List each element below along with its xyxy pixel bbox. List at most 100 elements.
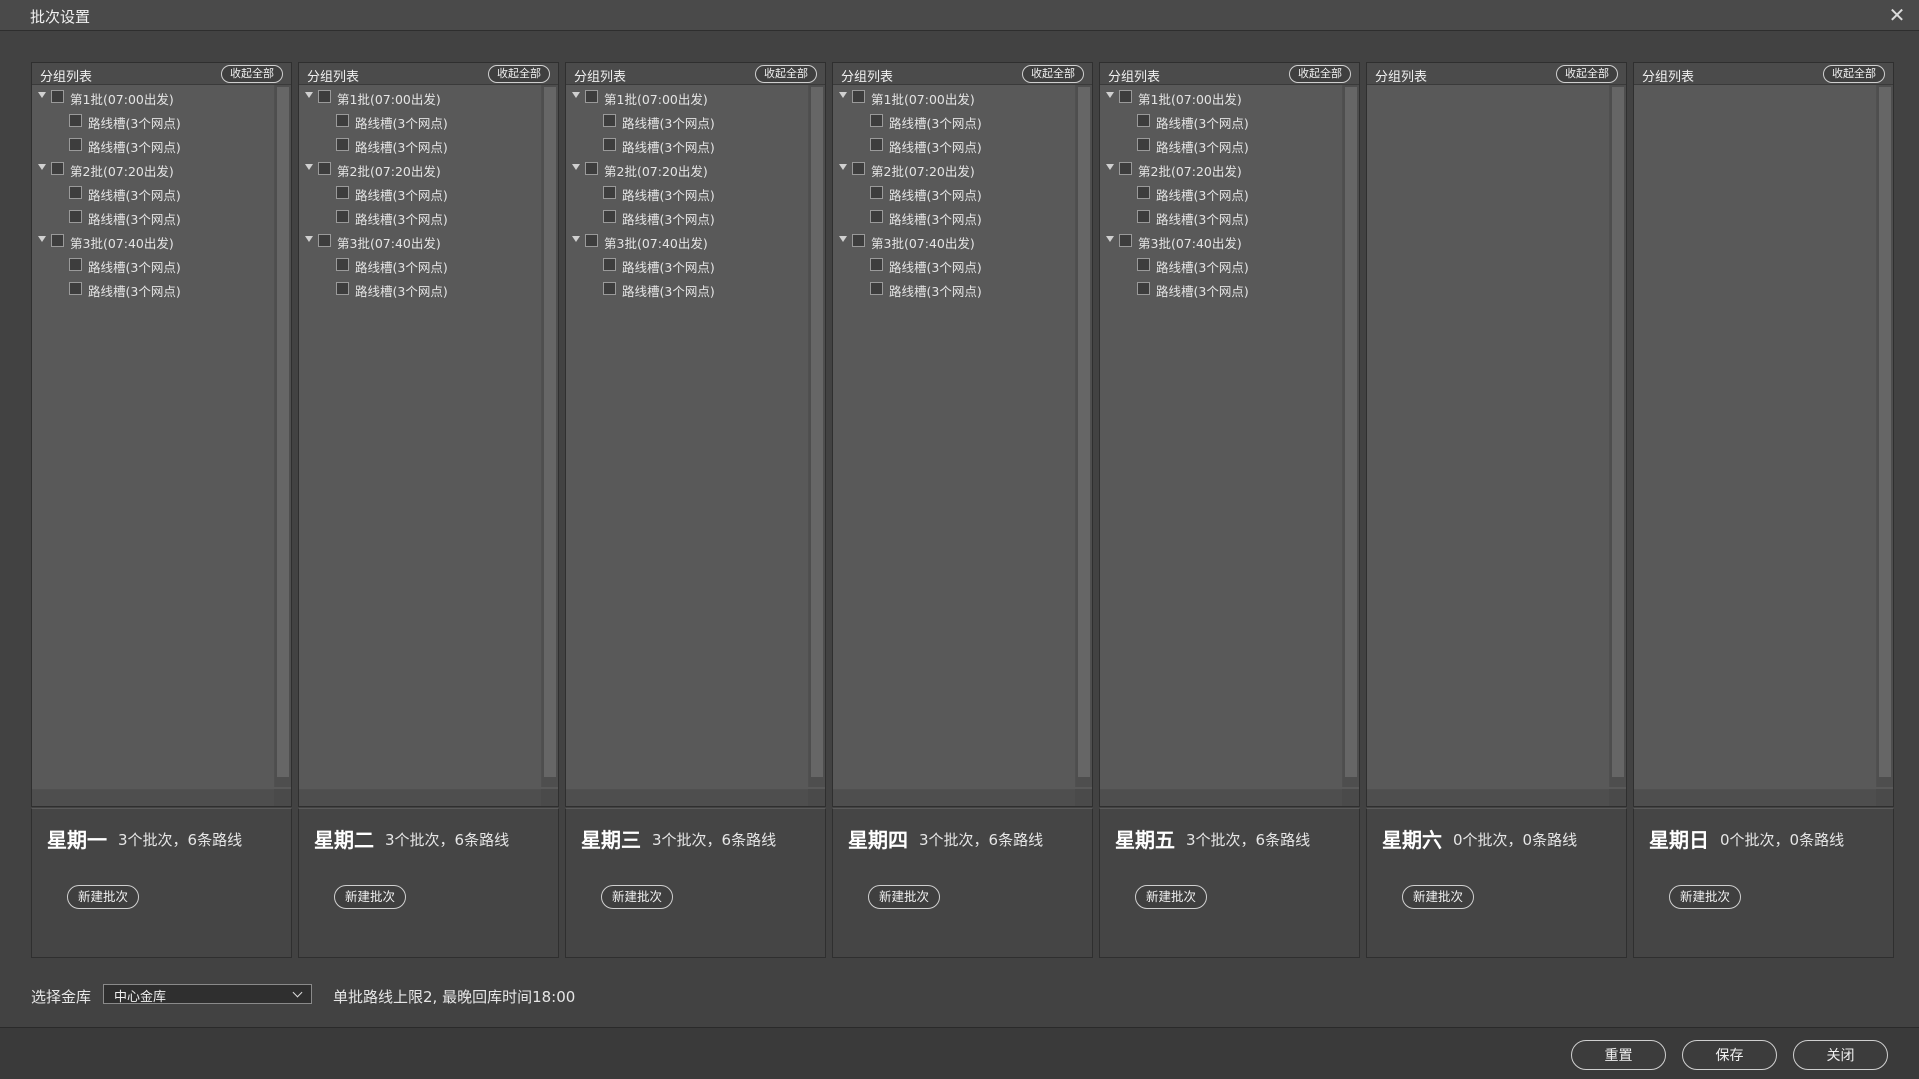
horizontal-scrollbar[interactable] (1367, 789, 1609, 806)
batch-checkbox[interactable] (318, 162, 331, 175)
vertical-scrollbar[interactable] (1075, 85, 1092, 787)
batch-checkbox[interactable] (51, 162, 64, 175)
caret-down-icon[interactable] (572, 164, 580, 170)
route-checkbox[interactable] (870, 138, 883, 151)
route-checkbox[interactable] (336, 138, 349, 151)
horizontal-scrollbar[interactable] (299, 789, 541, 806)
route-row[interactable]: 路线槽(3个网点) (566, 109, 808, 133)
route-checkbox[interactable] (870, 258, 883, 271)
batch-checkbox[interactable] (318, 234, 331, 247)
caret-down-icon[interactable] (572, 236, 580, 242)
batch-row[interactable]: 第3批(07:40出发) (833, 229, 1075, 253)
route-row[interactable]: 路线槽(3个网点) (32, 205, 274, 229)
batch-checkbox[interactable] (51, 234, 64, 247)
new-batch-button[interactable]: 新建批次 (67, 885, 140, 909)
horizontal-scrollbar[interactable] (833, 789, 1075, 806)
caret-down-icon[interactable] (839, 92, 847, 98)
horizontal-scrollbar[interactable] (32, 789, 274, 806)
batch-checkbox[interactable] (852, 234, 865, 247)
batch-row[interactable]: 第1批(07:00出发) (566, 85, 808, 109)
route-row[interactable]: 路线槽(3个网点) (1100, 133, 1342, 157)
route-checkbox[interactable] (1137, 186, 1150, 199)
route-row[interactable]: 路线槽(3个网点) (566, 205, 808, 229)
route-checkbox[interactable] (603, 138, 616, 151)
route-row[interactable]: 路线槽(3个网点) (833, 277, 1075, 301)
new-batch-button[interactable]: 新建批次 (1669, 885, 1742, 909)
batch-row[interactable]: 第2批(07:20出发) (833, 157, 1075, 181)
collapse-all-button[interactable]: 收起全部 (221, 65, 283, 83)
batch-row[interactable]: 第1批(07:00出发) (299, 85, 541, 109)
route-row[interactable]: 路线槽(3个网点) (833, 109, 1075, 133)
close-button[interactable]: 关闭 (1793, 1040, 1888, 1070)
new-batch-button[interactable]: 新建批次 (868, 885, 941, 909)
batch-row[interactable]: 第1批(07:00出发) (32, 85, 274, 109)
route-row[interactable]: 路线槽(3个网点) (833, 253, 1075, 277)
route-row[interactable]: 路线槽(3个网点) (1100, 181, 1342, 205)
batch-row[interactable]: 第3批(07:40出发) (566, 229, 808, 253)
scrollbar-thumb[interactable] (277, 87, 289, 777)
route-checkbox[interactable] (69, 114, 82, 127)
route-checkbox[interactable] (69, 186, 82, 199)
route-row[interactable]: 路线槽(3个网点) (566, 277, 808, 301)
collapse-all-button[interactable]: 收起全部 (1823, 65, 1885, 83)
route-row[interactable]: 路线槽(3个网点) (1100, 253, 1342, 277)
batch-checkbox[interactable] (852, 90, 865, 103)
route-checkbox[interactable] (1137, 258, 1150, 271)
vertical-scrollbar[interactable] (274, 85, 291, 787)
route-checkbox[interactable] (69, 210, 82, 223)
route-checkbox[interactable] (603, 282, 616, 295)
batch-row[interactable]: 第2批(07:20出发) (1100, 157, 1342, 181)
scrollbar-thumb[interactable] (1879, 87, 1891, 777)
route-row[interactable]: 路线槽(3个网点) (833, 205, 1075, 229)
route-row[interactable]: 路线槽(3个网点) (32, 253, 274, 277)
route-row[interactable]: 路线槽(3个网点) (566, 133, 808, 157)
route-checkbox[interactable] (336, 282, 349, 295)
batch-checkbox[interactable] (318, 90, 331, 103)
scrollbar-thumb[interactable] (1612, 87, 1624, 777)
route-row[interactable]: 路线槽(3个网点) (299, 109, 541, 133)
caret-down-icon[interactable] (305, 236, 313, 242)
route-row[interactable]: 路线槽(3个网点) (1100, 205, 1342, 229)
new-batch-button[interactable]: 新建批次 (1402, 885, 1475, 909)
route-checkbox[interactable] (1137, 138, 1150, 151)
caret-down-icon[interactable] (1106, 92, 1114, 98)
route-row[interactable]: 路线槽(3个网点) (32, 277, 274, 301)
batch-checkbox[interactable] (51, 90, 64, 103)
route-row[interactable]: 路线槽(3个网点) (299, 181, 541, 205)
vertical-scrollbar[interactable] (541, 85, 558, 787)
caret-down-icon[interactable] (38, 164, 46, 170)
batch-checkbox[interactable] (1119, 234, 1132, 247)
scrollbar-thumb[interactable] (811, 87, 823, 777)
new-batch-button[interactable]: 新建批次 (601, 885, 674, 909)
horizontal-scrollbar[interactable] (1634, 789, 1876, 806)
horizontal-scrollbar[interactable] (566, 789, 808, 806)
route-checkbox[interactable] (603, 258, 616, 271)
route-checkbox[interactable] (1137, 114, 1150, 127)
route-checkbox[interactable] (603, 114, 616, 127)
route-row[interactable]: 路线槽(3个网点) (32, 181, 274, 205)
route-row[interactable]: 路线槽(3个网点) (299, 205, 541, 229)
batch-row[interactable]: 第2批(07:20出发) (299, 157, 541, 181)
route-row[interactable]: 路线槽(3个网点) (833, 181, 1075, 205)
vertical-scrollbar[interactable] (1609, 85, 1626, 787)
route-row[interactable]: 路线槽(3个网点) (566, 253, 808, 277)
scrollbar-thumb[interactable] (1078, 87, 1090, 777)
caret-down-icon[interactable] (305, 92, 313, 98)
caret-down-icon[interactable] (305, 164, 313, 170)
route-row[interactable]: 路线槽(3个网点) (1100, 109, 1342, 133)
route-row[interactable]: 路线槽(3个网点) (833, 133, 1075, 157)
route-checkbox[interactable] (870, 186, 883, 199)
caret-down-icon[interactable] (839, 236, 847, 242)
vertical-scrollbar[interactable] (1342, 85, 1359, 787)
batch-checkbox[interactable] (852, 162, 865, 175)
scrollbar-thumb[interactable] (1345, 87, 1357, 777)
vertical-scrollbar[interactable] (1876, 85, 1893, 787)
route-checkbox[interactable] (69, 282, 82, 295)
route-checkbox[interactable] (603, 210, 616, 223)
route-checkbox[interactable] (69, 258, 82, 271)
route-checkbox[interactable] (870, 210, 883, 223)
batch-checkbox[interactable] (1119, 90, 1132, 103)
route-checkbox[interactable] (336, 114, 349, 127)
route-row[interactable]: 路线槽(3个网点) (299, 133, 541, 157)
caret-down-icon[interactable] (1106, 164, 1114, 170)
